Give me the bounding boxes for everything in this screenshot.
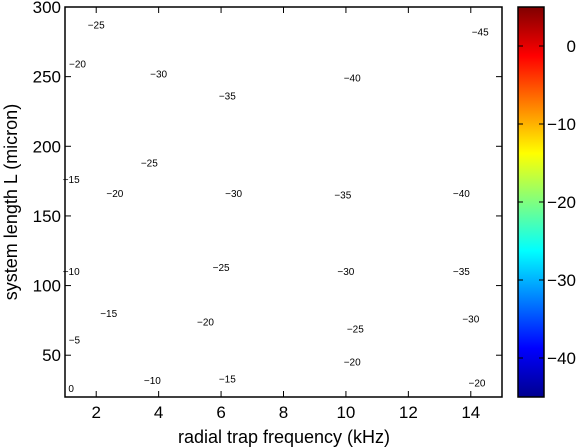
contour-label: −5: [69, 335, 81, 346]
contour-label: −20: [69, 60, 86, 71]
colorbar-tick-label: −20: [547, 193, 576, 212]
contour-label: −40: [453, 189, 470, 200]
contour-label: −25: [141, 159, 158, 170]
contour-label: −20: [344, 358, 361, 369]
contour-label: −30: [150, 69, 167, 80]
x-tick-label: 12: [399, 403, 418, 422]
x-tick-label: 14: [461, 403, 480, 422]
colorbar-tick-label: −40: [547, 349, 576, 368]
contour-label: −35: [219, 92, 236, 103]
y-tick-label: 300: [33, 0, 61, 17]
contour-label: −10: [144, 376, 161, 387]
contour-label: −45: [472, 28, 489, 39]
contour-label: −25: [88, 21, 105, 32]
contour-label: −30: [462, 315, 479, 326]
contour-label: −25: [347, 324, 364, 335]
contour-label: −40: [344, 74, 361, 85]
colorbar-tick-label: 0: [567, 37, 576, 56]
x-tick-label: 8: [279, 403, 288, 422]
contour-label: −35: [334, 191, 351, 202]
y-tick-label: 100: [33, 277, 61, 296]
colorbar-tick-label: −10: [547, 115, 576, 134]
contour-label: −15: [219, 374, 236, 385]
colorbar-tick-label: −30: [547, 271, 576, 290]
x-tick-label: 2: [91, 403, 100, 422]
contour-label: −20: [469, 379, 486, 390]
y-tick-label: 50: [42, 346, 61, 365]
x-tick-label: 4: [154, 403, 163, 422]
y-axis-label: system length L (micron): [1, 104, 21, 300]
contour-label: −30: [225, 189, 242, 200]
y-tick-label: 200: [33, 137, 61, 156]
plot-background: [65, 7, 502, 397]
contour-label: −20: [106, 189, 123, 200]
y-tick-label: 150: [33, 207, 61, 226]
contour-chart: −45 −40 −40 −35 −35 −35 −30 −30 −30 −30 −25 −25 −25 −…: [1, 0, 576, 447]
x-tick-label: 6: [216, 403, 225, 422]
contour-label: −15: [100, 309, 117, 320]
contour-label: −30: [337, 267, 354, 278]
y-tick-label: 250: [33, 68, 61, 87]
contour-label: −25: [213, 263, 230, 274]
x-tick-label: 10: [336, 403, 355, 422]
contour-label: −35: [453, 267, 470, 278]
contour-label: 0: [68, 384, 74, 395]
x-axis-label: radial trap frequency (kHz): [178, 427, 390, 447]
contour-label: −20: [197, 317, 214, 328]
